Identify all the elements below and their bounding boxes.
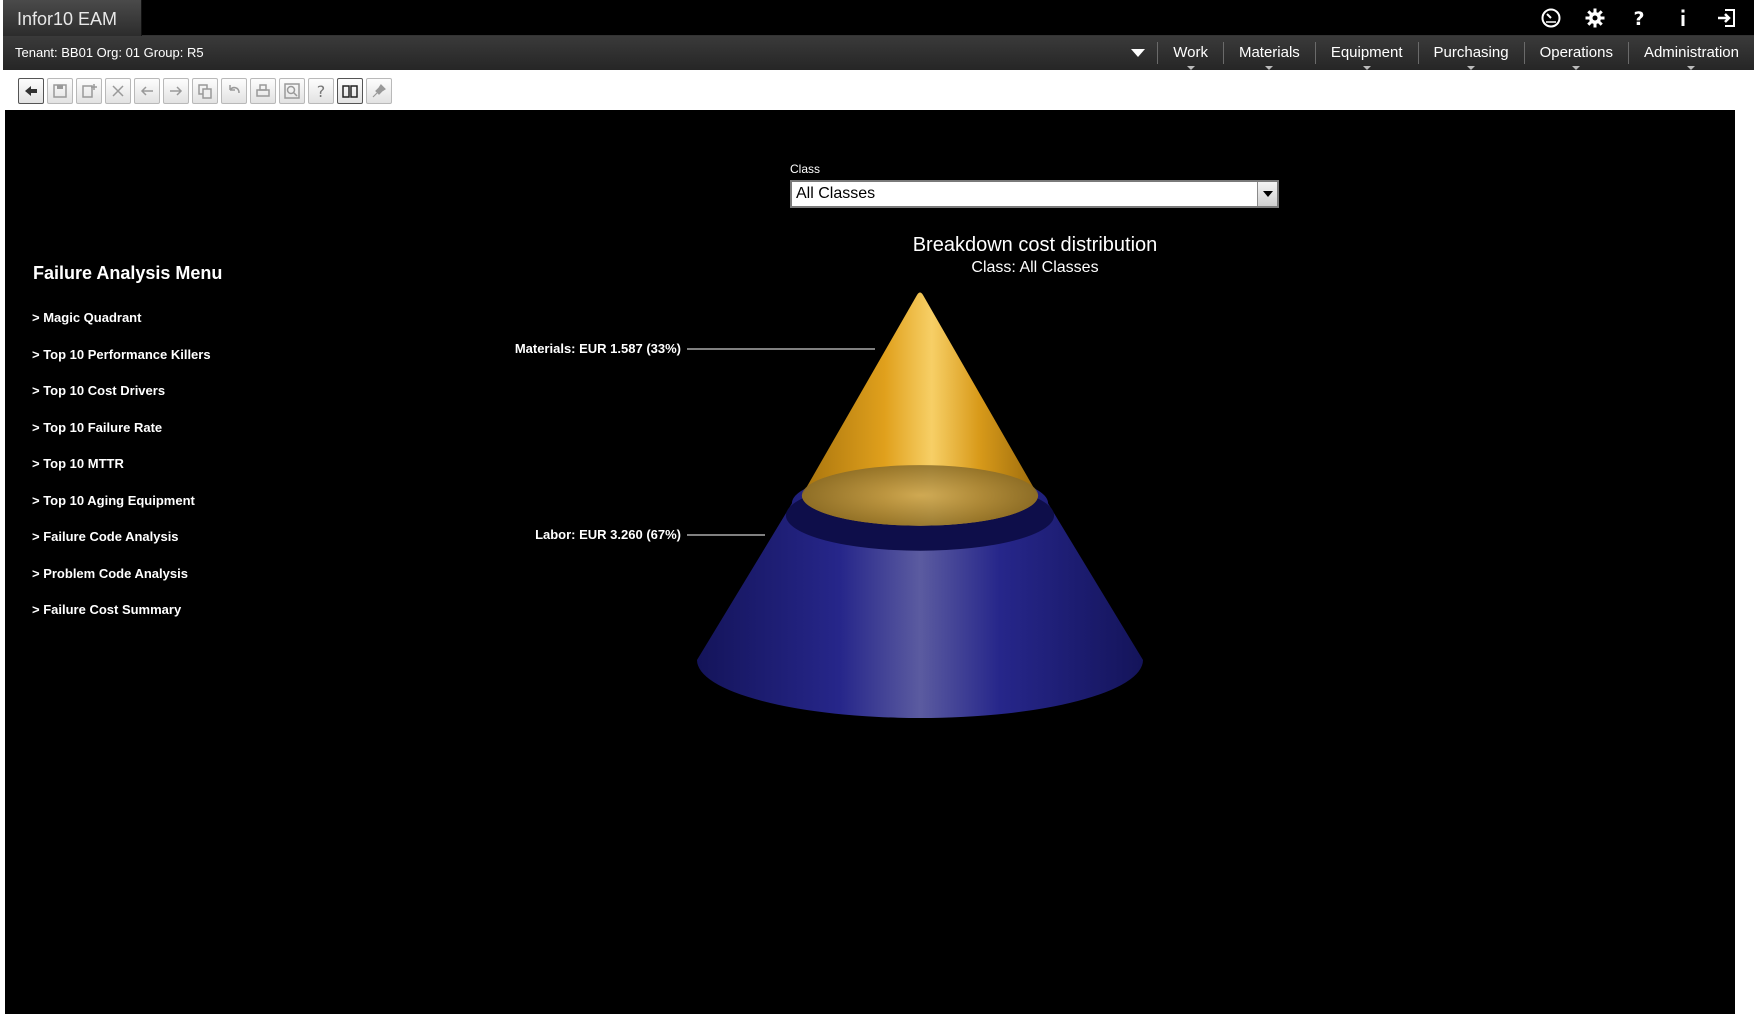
- copy-icon: [198, 84, 212, 99]
- svg-text:?: ?: [317, 82, 326, 100]
- nav-administration[interactable]: Administration: [1629, 42, 1754, 70]
- preview-icon: [284, 83, 300, 99]
- delete-icon: [112, 85, 124, 97]
- chart-subtitle: Class: All Classes: [971, 259, 1099, 276]
- caret-down-icon: [1265, 66, 1274, 70]
- new-record-icon: [82, 84, 97, 98]
- print-button[interactable]: [250, 78, 276, 104]
- sub-bar: Tenant: BB01 Org: 01 Group: R5 Work Mate…: [3, 36, 1754, 70]
- help-button[interactable]: ?: [308, 78, 334, 104]
- caret-down-icon: [1572, 66, 1581, 70]
- back-button[interactable]: [18, 78, 44, 104]
- data-label-labor: Labor: EUR 3.260 (67%): [535, 527, 681, 542]
- chevron-down-icon: [1130, 49, 1145, 57]
- info-icon[interactable]: [1672, 6, 1694, 30]
- class-select[interactable]: All Classes: [790, 180, 1279, 208]
- cone-segment-materials-cap: [801, 465, 1039, 526]
- chart-title: Breakdown cost distribution: [912, 234, 1158, 256]
- caret-down-icon: [1467, 66, 1476, 70]
- preview-button[interactable]: [279, 78, 305, 104]
- menu-item-magic-quadrant[interactable]: > Magic Quadrant: [32, 310, 211, 347]
- data-label-materials: Materials: EUR 1.587 (33%): [515, 341, 681, 356]
- delete-button[interactable]: [105, 78, 131, 104]
- copy-button[interactable]: [192, 78, 218, 104]
- previous-icon: [140, 86, 153, 96]
- caret-down-icon: [1687, 66, 1696, 70]
- gear-icon[interactable]: [1584, 6, 1606, 30]
- book-icon: [342, 85, 358, 98]
- nav-equipment[interactable]: Equipment: [1316, 42, 1419, 70]
- toolbar: ?: [18, 78, 392, 104]
- pin-button[interactable]: [366, 78, 392, 104]
- tenant-info: Tenant: BB01 Org: 01 Group: R5: [15, 45, 204, 60]
- nav-purchasing[interactable]: Purchasing: [1419, 42, 1525, 70]
- svg-text:?: ?: [1633, 8, 1644, 29]
- menu-item-problem-code-analysis[interactable]: > Problem Code Analysis: [32, 566, 211, 603]
- next-icon: [170, 86, 183, 96]
- back-icon: [25, 86, 37, 96]
- menu-item-failure-cost-summary[interactable]: > Failure Cost Summary: [32, 602, 211, 639]
- menu-item-failure-code-analysis[interactable]: > Failure Code Analysis: [32, 529, 211, 566]
- nav-operations[interactable]: Operations: [1525, 42, 1629, 70]
- logout-icon[interactable]: [1716, 6, 1738, 30]
- menu-item-top10-aging-equipment[interactable]: > Top 10 Aging Equipment: [32, 493, 211, 530]
- menu-item-top10-failure-rate[interactable]: > Top 10 Failure Rate: [32, 420, 211, 457]
- top-icons: ?: [1540, 0, 1738, 36]
- content-area: Materials: EUR 1.587 (33%) Labor: EUR 3.2…: [5, 110, 1735, 1014]
- help-icon[interactable]: ?: [1628, 6, 1650, 30]
- clock-icon[interactable]: [1540, 6, 1562, 30]
- book-button[interactable]: [337, 78, 363, 104]
- dropdown-button[interactable]: [1257, 182, 1277, 206]
- print-icon: [256, 84, 270, 97]
- caret-down-icon: [1186, 66, 1195, 70]
- top-bar: Infor10 EAM ?: [3, 0, 1754, 36]
- chevron-down-icon: [1262, 191, 1273, 197]
- class-select-value: All Classes: [796, 185, 876, 202]
- menu-title: Failure Analysis Menu: [33, 263, 223, 283]
- undo-button[interactable]: [221, 78, 247, 104]
- next-button[interactable]: [163, 78, 189, 104]
- previous-button[interactable]: [134, 78, 160, 104]
- menu-item-top10-performance-killers[interactable]: > Top 10 Performance Killers: [32, 347, 211, 384]
- main-nav: Work Materials Equipment Purchasing Oper…: [1118, 36, 1754, 70]
- save-icon: [53, 84, 67, 98]
- save-button[interactable]: [47, 78, 73, 104]
- menu-item-top10-cost-drivers[interactable]: > Top 10 Cost Drivers: [32, 383, 211, 420]
- app-title: Infor10 EAM: [3, 0, 143, 36]
- nav-dropdown-button[interactable]: [1118, 42, 1159, 64]
- failure-analysis-menu: > Magic Quadrant > Top 10 Performance Ki…: [32, 310, 211, 639]
- class-label: Class: [790, 162, 821, 176]
- pin-icon: [372, 84, 386, 98]
- new-record-button[interactable]: [76, 78, 102, 104]
- help-icon: ?: [317, 82, 326, 100]
- nav-materials[interactable]: Materials: [1224, 42, 1316, 70]
- menu-item-top10-mttr[interactable]: > Top 10 MTTR: [32, 456, 211, 493]
- caret-down-icon: [1362, 66, 1371, 70]
- nav-work[interactable]: Work: [1158, 42, 1224, 70]
- undo-icon: [229, 85, 240, 94]
